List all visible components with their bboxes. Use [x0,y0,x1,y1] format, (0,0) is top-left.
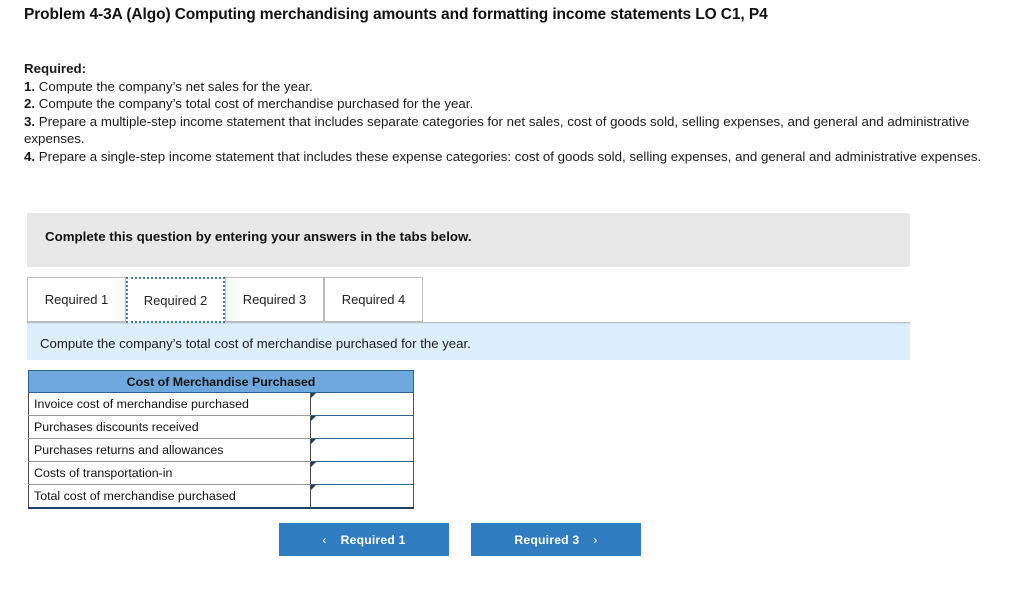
table-header-row: Cost of Merchandise Purchased [28,370,414,393]
table-row: Invoice cost of merchandise purchased [27,392,414,416]
input-purchases-discounts[interactable] [311,416,413,438]
tab-required-2-label: Required 2 [143,292,208,308]
table-row: Purchases returns and allowances [27,438,414,462]
input-total-cost[interactable] [311,485,413,507]
previous-required-label: Required 1 [340,532,406,547]
required-item-2: 2. Compute the company’s total cost of m… [24,95,999,113]
required-item-3: 3. Prepare a multiple-step income statem… [24,113,999,148]
required-item-4-text: Prepare a single-step income statement t… [35,148,982,164]
row-input-cell-transportation-in[interactable] [310,461,414,485]
tab-required-4-label: Required 4 [341,292,406,307]
next-required-button[interactable]: Required 3 › [471,523,641,556]
tab-required-4[interactable]: Required 4 [324,277,423,322]
cost-of-merchandise-table: Cost of Merchandise Purchased Invoice co… [27,370,414,509]
row-label-total-cost: Total cost of merchandise purchased [27,484,312,509]
cell-corner-marker-icon [311,485,317,490]
page-title: Problem 4-3A (Algo) Computing merchandis… [24,6,768,23]
tab-required-3-label: Required 3 [242,292,307,307]
row-input-cell-invoice-cost[interactable] [310,392,414,416]
tab-required-1[interactable]: Required 1 [27,277,126,322]
table-row: Costs of transportation-in [27,461,414,485]
input-purchases-returns[interactable] [311,439,413,461]
required-item-3-number: 3. [24,113,36,129]
required-item-1-number: 1. [24,78,36,94]
table-row: Total cost of merchandise purchased [27,484,414,509]
cell-corner-marker-icon [311,393,317,398]
tab-required-2[interactable]: Required 2 [126,277,225,323]
row-label-purchases-discounts: Purchases discounts received [27,415,312,439]
required-heading: Required: [24,61,87,76]
row-label-transportation-in: Costs of transportation-in [27,461,312,485]
table-row: Purchases discounts received [27,415,414,439]
required-item-1-text: Compute the company’s net sales for the … [35,78,313,94]
cell-corner-marker-icon [311,439,317,444]
tab-required-3[interactable]: Required 3 [225,277,324,322]
chevron-left-icon: ‹ [322,532,327,547]
required-item-2-text: Compute the company’s total cost of merc… [35,96,474,112]
required-instructions: Required: 1. Compute the company’s net s… [24,60,999,166]
row-label-purchases-returns: Purchases returns and allowances [27,438,312,462]
input-invoice-cost[interactable] [311,393,413,415]
tab-required-1-label: Required 1 [44,292,109,307]
problem-page: Problem 4-3A (Algo) Computing merchandis… [0,0,1024,592]
row-input-cell-purchases-returns[interactable] [310,438,414,462]
tabstrip: Required 1 Required 2 Required 3 Require… [27,277,910,323]
required-item-3-text: Prepare a multiple-step income statement… [24,113,970,147]
instruction-text: Compute the company’s total cost of merc… [40,336,471,351]
cell-corner-marker-icon [311,416,317,421]
chevron-right-icon: › [593,532,598,547]
input-transportation-in[interactable] [311,462,413,484]
row-label-invoice-cost: Invoice cost of merchandise purchased [27,392,312,416]
previous-required-button[interactable]: ‹ Required 1 [279,523,449,556]
required-item-2-number: 2. [24,96,36,112]
table-header-title: Cost of Merchandise Purchased [28,370,414,393]
row-input-cell-purchases-discounts[interactable] [310,415,414,439]
next-required-label: Required 3 [514,532,580,547]
required-item-4-number: 4. [24,148,36,164]
row-input-cell-total-cost[interactable] [310,484,414,509]
required-item-4: 4. Prepare a single-step income statemen… [24,148,999,166]
question-banner-text: Complete this question by entering your … [45,229,472,244]
required-item-1: 1. Compute the company’s net sales for t… [24,78,999,96]
cell-corner-marker-icon [311,462,317,467]
